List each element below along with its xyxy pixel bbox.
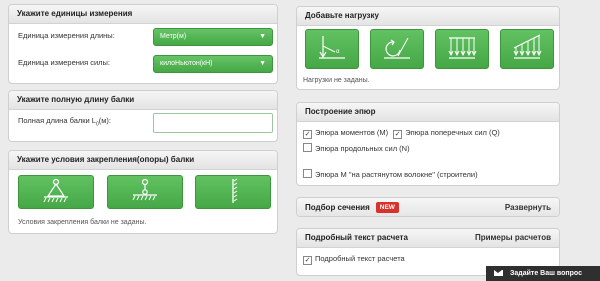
units-panel: Укажите единицы измерения Единица измере… [8,4,278,84]
roller-support-button[interactable] [107,175,183,209]
fixed-support-icon [232,178,238,203]
loads-note: Нагрузки не заданы. [303,77,370,84]
supports-title: Укажите условия закрепления(опоры) балки [9,151,277,170]
section-panel: Подбор сечения NEW Развернуть [296,197,560,217]
moments-checkbox[interactable]: ✓ [303,130,312,139]
examples-link[interactable]: Примеры расчетов [475,229,551,247]
chevron-down-icon: ▼ [259,60,266,67]
length-unit-select[interactable]: Метр(м) ▼ [153,28,273,46]
diagram-row-1: ✓ Эпюра моментов (М) ✓ Эпюра поперечных си… [303,128,500,139]
expand-link[interactable]: Развернуть [505,198,551,216]
diagram-row-2: Эпюра продольных сил (N) [303,143,410,153]
report-row: ✓ Подробный текст расчета [303,254,405,265]
beam-length-title: Укажите полную длину балки [9,91,277,110]
fixed-support-button[interactable] [195,175,271,209]
units-title: Укажите единицы измерения [9,5,277,24]
tension-side-label: Эпюра М "на растянутом волокне" (строите… [315,170,478,179]
report-checkbox-label: Подробный текст расчета [315,254,405,263]
feedback-label: Задайте Ваш вопрос [510,270,582,277]
mail-icon [494,270,503,276]
moments-label: Эпюра моментов (М) [315,128,389,137]
linear-load-icon [513,34,542,59]
report-header: Подробный текст расчета Примеры расчетов [297,229,559,248]
report-title: Подробный текст расчета [305,233,408,242]
force-unit-select[interactable]: килоНьютон(кН) ▼ [153,55,273,73]
force-unit-label: Единица измерения силы: [18,58,111,67]
supports-note: Условия закрепления балки не заданы. [18,219,147,226]
beam-length-input[interactable] [153,113,273,133]
force-unit-value: килоНьютон(кН) [160,60,213,67]
loads-panel: Добавьте нагрузку α Нагрузки не заданы. [296,6,560,90]
shear-checkbox[interactable]: ✓ [393,130,403,139]
length-unit-label: Единица измерения длины: [18,31,115,40]
uniform-load-icon [448,37,477,59]
point-force-icon: α [319,36,345,59]
section-title: Подбор сечения [305,203,370,212]
axial-checkbox[interactable] [303,143,312,152]
beam-length-label-suffix: (м): [98,116,111,125]
length-unit-value: Метр(м) [160,33,187,40]
feedback-button[interactable]: Задайте Ваш вопрос [486,266,600,281]
tension-side-checkbox[interactable] [303,169,312,178]
roller-support-icon [132,178,157,201]
diagrams-panel: Построение эпюр ✓ Эпюра моментов (М) ✓ Эпю… [296,102,560,186]
beam-length-label-text: Полная длина балки L [18,116,96,125]
diagram-row-3: Эпюра М "на растянутом волокне" (строите… [303,169,478,179]
shear-label: Эпюра поперечных сил (Q) [405,128,500,137]
chevron-down-icon: ▼ [259,33,266,40]
loads-title: Добавьте нагрузку [297,7,559,26]
point-force-button[interactable]: α [305,29,359,69]
pinned-support-button[interactable] [18,175,94,209]
axial-label: Эпюра продольных сил (N) [315,144,410,153]
uniform-load-button[interactable] [435,29,489,69]
svg-text:α: α [336,49,340,55]
supports-panel: Укажите условия закрепления(опоры) балки… [8,150,278,234]
moment-button[interactable] [370,29,424,69]
pinned-support-icon [43,178,68,203]
diagrams-title: Построение эпюр [297,103,559,122]
new-badge: NEW [375,202,399,213]
moment-icon [384,37,410,59]
section-header: Подбор сечения NEW Развернуть [297,198,559,216]
report-checkbox[interactable]: ✓ [303,256,312,265]
beam-length-label: Полная длина балки L0(м): [18,116,111,128]
linear-load-button[interactable] [500,29,554,69]
beam-length-panel: Укажите полную длину балки Полная длина … [8,90,278,142]
